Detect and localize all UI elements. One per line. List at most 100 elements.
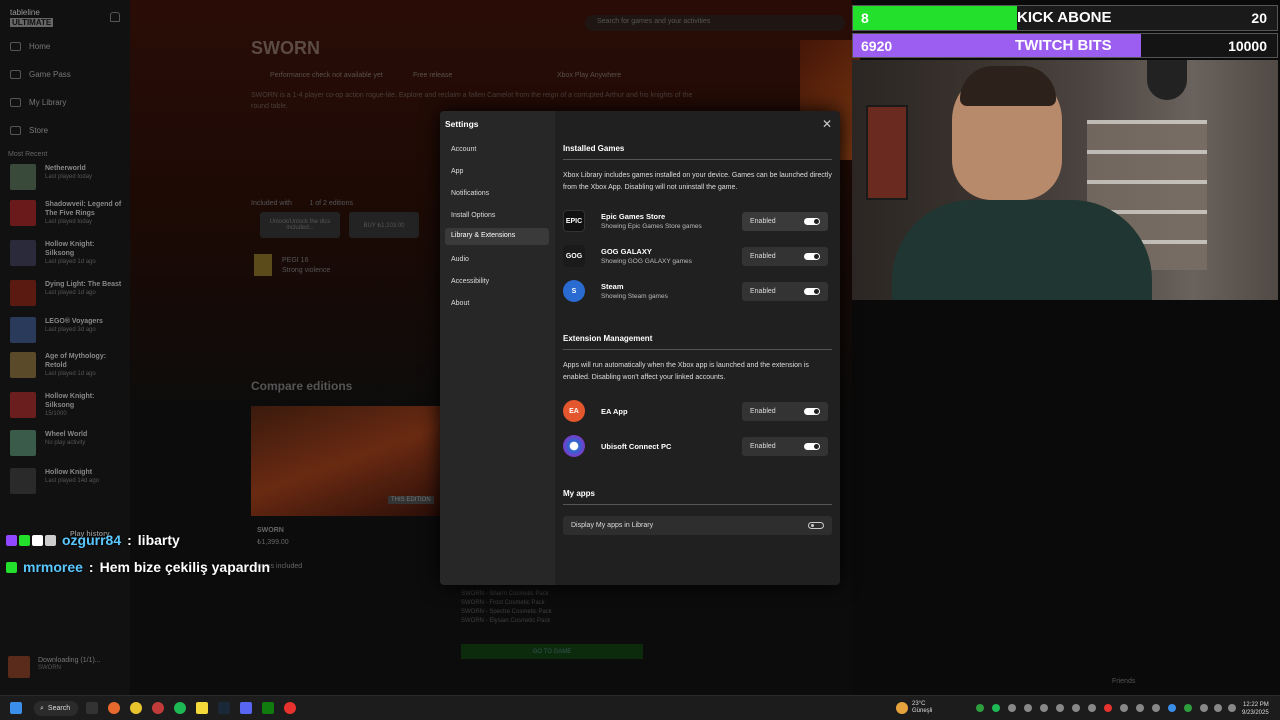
search-input[interactable]: Search for games and your activities	[585, 15, 845, 31]
gog-toggle[interactable]: Enabled	[742, 246, 828, 266]
recent-game-item[interactable]: LEGO® Voyagers Last played 3d ago	[10, 317, 103, 343]
tray-icon[interactable]	[1056, 704, 1064, 712]
display-my-apps-row[interactable]: Display My apps in Library	[563, 516, 832, 535]
recent-game-item[interactable]: Hollow Knight Last played 14d ago	[10, 468, 99, 494]
ea-toggle[interactable]: Enabled	[742, 401, 828, 421]
weather-widget[interactable]: 23°C Güneşli	[896, 701, 932, 715]
toggle-switch[interactable]	[804, 442, 820, 450]
tray-icon[interactable]	[1152, 704, 1160, 712]
buy-button[interactable]: BUY ₺1,103.00	[349, 212, 419, 238]
settings-dialog: Settings Account App Notifications Insta…	[440, 111, 840, 585]
streamer-hair	[960, 66, 1056, 106]
tray-icon[interactable]	[1120, 704, 1128, 712]
notes-icon[interactable]	[196, 702, 208, 714]
spotify-tray-icon[interactable]	[992, 704, 1000, 712]
game-pass-icon	[10, 70, 21, 79]
epic-toggle[interactable]: Enabled	[742, 211, 828, 231]
tray-icon[interactable]	[1040, 704, 1048, 712]
app-icon[interactable]	[152, 702, 164, 714]
battery-icon[interactable]	[1228, 704, 1236, 712]
steam-taskbar-icon[interactable]	[218, 702, 230, 714]
chat-message-1: ozgurr84 : libarty	[6, 532, 180, 548]
opera-icon[interactable]	[284, 702, 296, 714]
ea-app-icon: EA	[563, 400, 585, 422]
recent-game-item[interactable]: Netherworld Last played today	[10, 164, 92, 190]
chat-badges	[6, 534, 56, 546]
settings-nav-account[interactable]: Account	[445, 142, 549, 159]
recent-game-item[interactable]: Hollow Knight: Silksong 15/1000	[10, 392, 125, 419]
chat-username: mrmoree	[23, 559, 83, 575]
tray-icon[interactable]	[1088, 704, 1096, 712]
search-icon: ⌕	[40, 704, 44, 712]
tray-icon[interactable]	[1136, 704, 1144, 712]
included-info: Included with 1 of 2 editions	[251, 200, 353, 207]
kick-badge-icon	[6, 561, 17, 573]
settings-nav-library-extensions[interactable]: Library & Extensions	[445, 228, 549, 245]
go-to-game-button[interactable]: GO TO GAME	[461, 644, 643, 659]
wifi-icon[interactable]	[1200, 704, 1208, 712]
recent-game-item[interactable]: Wheel World No play activity	[10, 430, 87, 456]
close-icon[interactable]: ✕	[822, 117, 832, 131]
recent-game-item[interactable]: Dying Light: The Beast Last played 1d ago	[10, 280, 121, 306]
nav-store[interactable]: Store	[10, 126, 48, 135]
recent-game-item[interactable]: Shadowveil: Legend of The Five Rings Last…	[10, 200, 125, 227]
tray-icon[interactable]	[1072, 704, 1080, 712]
game-name: Dying Light: The Beast	[45, 281, 122, 288]
downloading-item[interactable]: Downloading (1/1)... SWORN	[8, 656, 101, 678]
chat-badges	[6, 561, 17, 573]
settings-nav: Settings Account App Notifications Insta…	[440, 111, 555, 585]
toggle-switch[interactable]	[804, 287, 820, 295]
settings-nav-accessibility[interactable]: Accessibility	[445, 274, 549, 291]
ubisoft-row: Ubisoft Connect PC Enabled	[563, 434, 832, 458]
bluetooth-icon[interactable]	[1168, 704, 1176, 712]
editions-link[interactable]: 1 of 2 editions	[309, 200, 353, 207]
xbox-icon[interactable]	[262, 702, 274, 714]
wall-poster	[866, 105, 908, 200]
toggle-switch[interactable]	[804, 407, 820, 415]
download-status: Downloading (1/1)...	[38, 657, 101, 664]
library-icon	[10, 98, 21, 107]
settings-nav-notifications[interactable]: Notifications	[445, 186, 549, 203]
gog-galaxy-icon: GOG	[563, 245, 585, 267]
steam-sub: Showing Steam games	[601, 292, 668, 300]
game-name: Shadowveil: Legend of The Five Rings	[45, 201, 122, 217]
ubisoft-toggle[interactable]: Enabled	[742, 436, 828, 456]
game-name: Hollow Knight: Silksong	[45, 241, 95, 257]
game-name: Netherworld	[45, 165, 86, 172]
settings-nav-install-options[interactable]: Install Options	[445, 208, 549, 225]
bell-icon[interactable]	[110, 12, 120, 22]
tray-icon[interactable]	[1008, 704, 1016, 712]
spotify-icon[interactable]	[174, 702, 186, 714]
settings-nav-audio[interactable]: Audio	[445, 252, 549, 269]
clock[interactable]: 12:22 PM 9/23/2025	[1242, 701, 1269, 717]
unlock-button[interactable]: Unlock/Unlock the dlcs included...	[260, 212, 340, 238]
nav-home[interactable]: Home	[10, 42, 50, 51]
tray-icon[interactable]	[1024, 704, 1032, 712]
nav-game-pass[interactable]: Game Pass	[10, 70, 71, 79]
chrome-icon[interactable]	[130, 702, 142, 714]
taskbar-search[interactable]: ⌕ Search	[34, 701, 78, 716]
gog-name: GOG GALAXY	[601, 246, 652, 256]
perf-info: Performance check not available yet	[270, 72, 383, 79]
settings-nav-app[interactable]: App	[445, 164, 549, 181]
tray-icon[interactable]	[1184, 704, 1192, 712]
toggle-switch[interactable]	[808, 522, 824, 529]
tray-icon[interactable]	[976, 704, 984, 712]
friends-label[interactable]: Friends	[1112, 678, 1135, 685]
tray-icon[interactable]	[1104, 704, 1112, 712]
recent-game-item[interactable]: Age of Mythology: Retold Last played 1d a…	[10, 352, 125, 379]
settings-nav-about[interactable]: About	[445, 296, 549, 313]
steam-toggle[interactable]: Enabled	[742, 281, 828, 301]
discord-icon[interactable]	[240, 702, 252, 714]
toggle-switch[interactable]	[804, 252, 820, 260]
game-description: SWORN is a 1-4 player co-op action rogue…	[251, 92, 693, 110]
recent-game-item[interactable]: Hollow Knight: Silksong Last played 1d ag…	[10, 240, 125, 267]
epic-name: Epic Games Store	[601, 211, 666, 221]
volume-icon[interactable]	[1214, 704, 1222, 712]
windows-start-icon[interactable]	[10, 702, 22, 714]
extension-management-desc: Apps will run automatically when the Xbo…	[563, 362, 809, 381]
firefox-icon[interactable]	[108, 702, 120, 714]
task-view-icon[interactable]	[86, 702, 98, 714]
toggle-switch[interactable]	[804, 217, 820, 225]
nav-my-library[interactable]: My Library	[10, 98, 66, 107]
